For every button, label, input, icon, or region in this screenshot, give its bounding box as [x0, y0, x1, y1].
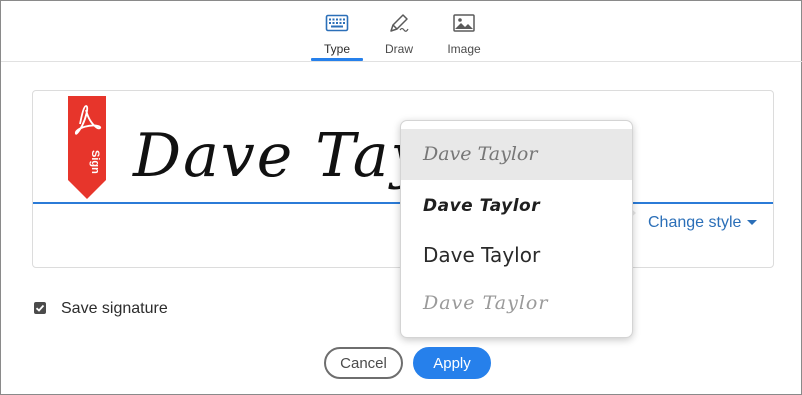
save-signature-checkbox[interactable] — [34, 302, 46, 314]
style-option[interactable]: Dave Taylor — [401, 229, 632, 281]
keyboard-icon — [325, 14, 349, 32]
save-signature-label: Save signature — [61, 300, 168, 317]
style-menu: Dave Taylor Dave Taylor Dave Taylor Dave… — [400, 120, 633, 338]
mode-tabs: Type Draw Image — [1, 1, 802, 62]
tab-type[interactable]: Type — [307, 9, 367, 61]
sign-ribbon-label: Sign — [89, 150, 101, 174]
tab-type-label: Type — [323, 42, 350, 56]
checkmark-icon — [35, 304, 45, 312]
style-option[interactable]: Dave Taylor — [401, 180, 632, 232]
apply-button[interactable]: Apply — [413, 347, 491, 379]
style-option[interactable]: Dave Taylor — [401, 129, 632, 180]
tab-image[interactable]: Image — [434, 9, 494, 61]
style-option-label: Dave Taylor — [423, 243, 541, 267]
change-style-button[interactable]: Change style — [648, 214, 758, 232]
style-option-label: Dave Taylor — [423, 143, 538, 165]
tab-draw[interactable]: Draw — [369, 9, 429, 61]
tab-draw-label: Draw — [384, 42, 413, 56]
sign-ribbon: Sign — [68, 96, 106, 199]
cancel-button[interactable]: Cancel — [324, 347, 403, 379]
style-option-label: Dave Taylor — [423, 292, 549, 314]
image-icon — [453, 14, 475, 32]
signature-dialog: Type Draw Image Sign Dave Taylor Change … — [0, 0, 802, 395]
chevron-down-icon — [747, 220, 758, 226]
style-option[interactable]: Dave Taylor — [401, 277, 632, 329]
tab-image-label: Image — [447, 42, 481, 56]
change-style-label: Change style — [648, 214, 742, 231]
pen-icon — [390, 14, 409, 32]
style-option-label: Dave Taylor — [423, 196, 541, 216]
